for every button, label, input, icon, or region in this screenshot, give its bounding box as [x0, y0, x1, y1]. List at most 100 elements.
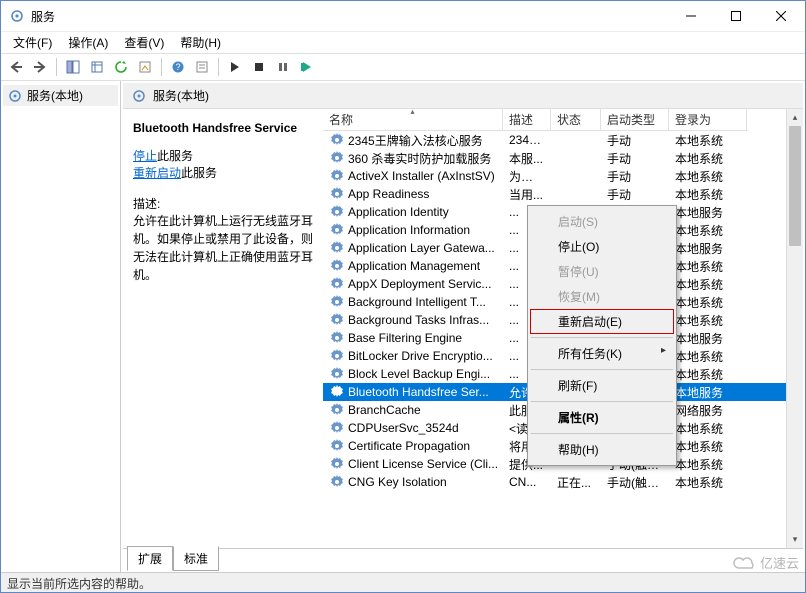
- service-logon: 本地系统: [669, 186, 747, 203]
- back-button[interactable]: [5, 56, 27, 78]
- gear-icon: [329, 312, 345, 328]
- gear-icon: [329, 420, 345, 436]
- close-button[interactable]: [758, 1, 803, 31]
- stop-service-link[interactable]: 停止: [133, 149, 157, 163]
- ctx-all-tasks[interactable]: 所有任务(K): [530, 341, 674, 366]
- ctx-restart[interactable]: 重新启动(E): [530, 309, 674, 334]
- main-area: 服务(本地) 服务(本地) Bluetooth Handsfree Servic…: [1, 81, 805, 572]
- ctx-separator: [531, 401, 673, 402]
- column-status[interactable]: 状态: [551, 109, 601, 131]
- forward-button[interactable]: [29, 56, 51, 78]
- table-row[interactable]: App Readiness当用...手动本地系统: [323, 185, 803, 203]
- service-name: Block Level Backup Engi...: [348, 367, 490, 381]
- status-text: 显示当前所选内容的帮助。: [7, 577, 151, 591]
- vertical-scrollbar[interactable]: ▴ ▾: [786, 109, 803, 548]
- ctx-help[interactable]: 帮助(H): [530, 437, 674, 462]
- scroll-down-arrow[interactable]: ▾: [787, 531, 803, 548]
- service-name: Certificate Propagation: [348, 439, 470, 453]
- tab-standard[interactable]: 标准: [173, 546, 219, 571]
- stop-suffix: 此服务: [157, 149, 193, 163]
- service-name: Application Information: [348, 223, 470, 237]
- service-name: Base Filtering Engine: [348, 331, 462, 345]
- tab-extended[interactable]: 扩展: [127, 546, 173, 571]
- export-button[interactable]: [134, 56, 156, 78]
- service-start-type: 手动: [601, 150, 669, 167]
- service-status: 正在...: [551, 474, 601, 491]
- service-name: Application Layer Gatewa...: [348, 241, 495, 255]
- toolbar: ?: [1, 53, 805, 81]
- restart-service-link[interactable]: 重新启动: [133, 166, 181, 180]
- description-text: 允许在此计算机上运行无线蓝牙耳机。如果停止或禁用了此设备，则无法在此计算机上正确…: [133, 212, 313, 284]
- gear-icon: [329, 222, 345, 238]
- service-logon: 本地系统: [669, 348, 747, 365]
- service-desc: 2345...: [503, 133, 551, 147]
- result-header: 服务(本地): [123, 83, 803, 109]
- table-row[interactable]: 2345王牌输入法核心服务2345...手动本地系统: [323, 131, 803, 149]
- help-button[interactable]: ?: [167, 56, 189, 78]
- restart-suffix: 此服务: [181, 166, 217, 180]
- ctx-pause[interactable]: 暂停(U): [530, 259, 674, 284]
- window-controls: [668, 1, 803, 31]
- start-service-button[interactable]: [224, 56, 246, 78]
- ctx-start[interactable]: 启动(S): [530, 209, 674, 234]
- export-list-button[interactable]: [86, 56, 108, 78]
- separator: [218, 58, 219, 76]
- ctx-properties[interactable]: 属性(R): [530, 405, 674, 430]
- column-desc[interactable]: 描述: [503, 109, 551, 131]
- refresh-button[interactable]: [110, 56, 132, 78]
- column-start[interactable]: 启动类型: [601, 109, 669, 131]
- tree-node-services-local[interactable]: 服务(本地): [3, 85, 118, 106]
- service-start-type: 手动: [601, 168, 669, 185]
- stop-service-button[interactable]: [248, 56, 270, 78]
- table-row[interactable]: 360 杀毒实时防护加载服务本服...手动本地系统: [323, 149, 803, 167]
- menu-action[interactable]: 操作(A): [60, 32, 116, 53]
- column-name[interactable]: 名称: [323, 109, 503, 131]
- service-name: Client License Service (Cli...: [348, 457, 498, 471]
- service-start-type: 手动(触发...: [601, 474, 669, 491]
- gear-icon: [329, 186, 345, 202]
- service-name: Application Management: [348, 259, 480, 273]
- gear-icon: [329, 438, 345, 454]
- gear-icon: [329, 330, 345, 346]
- service-name: Background Tasks Infras...: [348, 313, 489, 327]
- column-logon[interactable]: 登录为: [669, 109, 747, 131]
- detail-pane: Bluetooth Handsfree Service 停止此服务 重新启动此服…: [123, 109, 323, 548]
- menu-help[interactable]: 帮助(H): [172, 32, 229, 53]
- table-row[interactable]: CNG Key IsolationCN...正在...手动(触发...本地系统: [323, 473, 803, 491]
- restart-service-button[interactable]: [296, 56, 318, 78]
- service-logon: 本地系统: [669, 222, 747, 239]
- service-desc: 本服...: [503, 150, 551, 167]
- gear-icon: [7, 88, 23, 104]
- service-desc: 当用...: [503, 186, 551, 203]
- maximize-button[interactable]: [713, 1, 758, 31]
- menu-file[interactable]: 文件(F): [5, 32, 60, 53]
- service-logon: 本地系统: [669, 366, 747, 383]
- gear-icon: [329, 474, 345, 490]
- scroll-up-arrow[interactable]: ▴: [787, 109, 803, 126]
- service-name: CNG Key Isolation: [348, 475, 447, 489]
- service-desc: 为从 ...: [503, 168, 551, 185]
- service-name: CDPUserSvc_3524d: [348, 421, 459, 435]
- minimize-button[interactable]: [668, 1, 713, 31]
- table-row[interactable]: ActiveX Installer (AxInstSV)为从 ...手动本地系统: [323, 167, 803, 185]
- service-name: 360 杀毒实时防护加载服务: [348, 150, 491, 167]
- service-logon: 本地系统: [669, 258, 747, 275]
- show-hide-tree-button[interactable]: [62, 56, 84, 78]
- scroll-thumb[interactable]: [789, 126, 801, 246]
- pause-service-button[interactable]: [272, 56, 294, 78]
- separator: [56, 58, 57, 76]
- service-logon: 本地服务: [669, 330, 747, 347]
- ctx-refresh[interactable]: 刷新(F): [530, 373, 674, 398]
- service-name: BranchCache: [348, 403, 421, 417]
- ctx-separator: [531, 369, 673, 370]
- service-name: 2345王牌输入法核心服务: [348, 132, 483, 149]
- ctx-stop[interactable]: 停止(O): [530, 234, 674, 259]
- service-logon: 本地系统: [669, 132, 747, 149]
- service-logon: 本地系统: [669, 312, 747, 329]
- view-tabs: 扩展 标准: [123, 548, 803, 570]
- service-name: App Readiness: [348, 187, 429, 201]
- gear-icon: [329, 132, 345, 148]
- properties-button[interactable]: [191, 56, 213, 78]
- ctx-resume[interactable]: 恢复(M): [530, 284, 674, 309]
- menu-view[interactable]: 查看(V): [116, 32, 172, 53]
